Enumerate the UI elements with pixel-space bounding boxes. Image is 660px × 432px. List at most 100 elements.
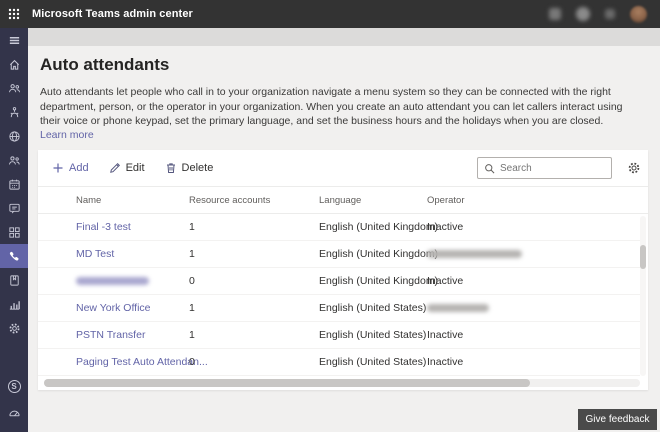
page-description: Auto attendants let people who call in t… [40,86,623,127]
add-button[interactable]: Add [52,162,89,174]
gauge-icon [8,410,20,416]
search-box[interactable] [477,157,612,179]
users-icon [8,155,20,165]
top-bar: Microsoft Teams admin center [0,0,660,28]
cell-name[interactable]: Final -3 test [76,214,131,241]
gear-icon [9,323,19,333]
attendant-name-link[interactable]: PSTN Transfer [76,329,145,341]
sidebar-item-locations[interactable] [0,124,28,148]
column-header-language: Language [319,195,362,206]
table-row[interactable]: Paging Test Auto Attendan... 0 English (… [38,349,640,376]
skype-icon: S [7,379,21,393]
table-settings-button[interactable] [626,160,642,176]
give-feedback-button[interactable]: Give feedback [578,409,657,430]
cell-resource-accounts: 0 [189,356,195,368]
column-header-operator: Operator [427,195,465,206]
cell-operator: Inactive [427,329,464,341]
sidebar-item-teams-apps[interactable] [0,220,28,244]
cell-language: English (United Kingdom) [319,248,439,260]
redacted-operator [427,250,522,259]
sidebar-item-skype-legacy[interactable]: S [0,426,28,432]
sidebar-item-policy-packages[interactable] [0,268,28,292]
cell-name[interactable]: Paging Test Auto Attendan... [76,349,208,376]
cell-resource-accounts: 0 [189,275,195,287]
cell-operator [427,295,489,322]
search-icon [485,163,495,173]
auto-attendants-card: Add Edit Delete Name Resource accounts L… [38,150,648,390]
redacted-operator [427,304,489,313]
devices-icon [10,106,18,117]
attendant-name-link[interactable]: Paging Test Auto Attendan... [76,356,208,368]
attendant-name-link[interactable]: New York Office [76,302,151,314]
chat-icon [8,203,20,213]
sidebar-item-voice[interactable] [0,244,28,268]
cell-name[interactable]: MD Test [76,241,114,268]
sidebar-item-analytics-reports[interactable] [0,292,28,316]
sidebar-item-call-quality-dashboard[interactable] [0,400,28,424]
pencil-icon [109,162,120,173]
sidebar-item-skype[interactable]: S [0,374,28,398]
vertical-scrollbar-thumb[interactable] [640,245,646,269]
cell-resource-accounts: 1 [189,248,195,260]
sidebar-item-users[interactable] [0,148,28,172]
column-header-resource-accounts: Resource accounts [189,195,271,206]
horizontal-scrollbar[interactable] [44,379,640,387]
page-title: Auto attendants [40,55,170,74]
horizontal-scrollbar-thumb[interactable] [44,379,530,387]
table-row[interactable]: 0 English (United Kingdom) Inactive [38,268,640,295]
learn-more-link[interactable]: Learn more [40,129,94,141]
hamburger-menu-icon [9,36,19,44]
settings-gear-icon [628,162,640,174]
sidebar-item-dashboard[interactable] [0,52,28,76]
cell-resource-accounts: 1 [189,221,195,233]
cell-operator: Inactive [427,356,464,368]
sidebar-item-meetings[interactable] [0,172,28,196]
app-title: Microsoft Teams admin center [32,8,193,20]
topbar-blurred-icon-3[interactable] [605,9,615,19]
attendant-name-link[interactable]: Final -3 test [76,221,131,233]
table-row[interactable]: MD Test 1 English (United Kingdom) [38,241,640,268]
command-toolbar: Add Edit Delete [38,150,648,186]
bar-chart-icon [9,300,20,310]
table-row[interactable]: PSTN Transfer 1 English (United States) … [38,322,640,349]
left-nav-sidebar: S S [0,28,28,432]
delete-button[interactable]: Delete [165,162,213,174]
cell-resource-accounts: 1 [189,302,195,314]
redacted-name [76,277,149,286]
user-avatar[interactable] [630,5,647,23]
cell-operator: Inactive [427,275,464,287]
policy-document-icon [9,274,19,286]
app-launcher-waffle-icon[interactable] [0,0,28,28]
apps-grid-icon [8,226,20,238]
trash-icon [166,163,175,173]
edit-button[interactable]: Edit [109,162,145,174]
cell-name[interactable]: PSTN Transfer [76,322,145,349]
attendant-name-link[interactable]: MD Test [76,248,114,260]
vertical-scrollbar[interactable] [640,216,646,376]
cell-language: English (United Kingdom) [319,221,439,233]
cell-language: English (United States) [319,329,427,341]
search-input[interactable] [500,162,605,174]
sidebar-item-devices[interactable] [0,100,28,124]
topbar-blurred-icon-1[interactable] [549,8,561,20]
main-content: Auto attendants Auto attendants let peop… [28,28,660,432]
cell-operator: Inactive [427,221,464,233]
cell-operator [427,241,522,268]
cell-name[interactable] [76,268,149,295]
topbar-blurred-icon-2[interactable] [576,7,590,21]
sidebar-item-menu[interactable] [0,28,28,52]
calendar-icon [8,179,20,190]
sidebar-item-org-settings[interactable] [0,316,28,340]
topbar-actions [549,5,660,23]
table-header-row: Name Resource accounts Language Operator [38,186,648,214]
cell-name[interactable]: New York Office [76,295,151,322]
plus-icon [53,163,63,173]
table-row[interactable]: New York Office 1 English (United States… [38,295,640,322]
sidebar-item-messaging[interactable] [0,196,28,220]
sidebar-item-teams[interactable] [0,76,28,100]
table-body: Final -3 test 1 English (United Kingdom)… [38,214,648,376]
table-row[interactable]: Final -3 test 1 English (United Kingdom)… [38,214,640,241]
cell-language: English (United States) [319,356,427,368]
column-header-name: Name [76,195,102,206]
content-top-band [28,28,660,46]
